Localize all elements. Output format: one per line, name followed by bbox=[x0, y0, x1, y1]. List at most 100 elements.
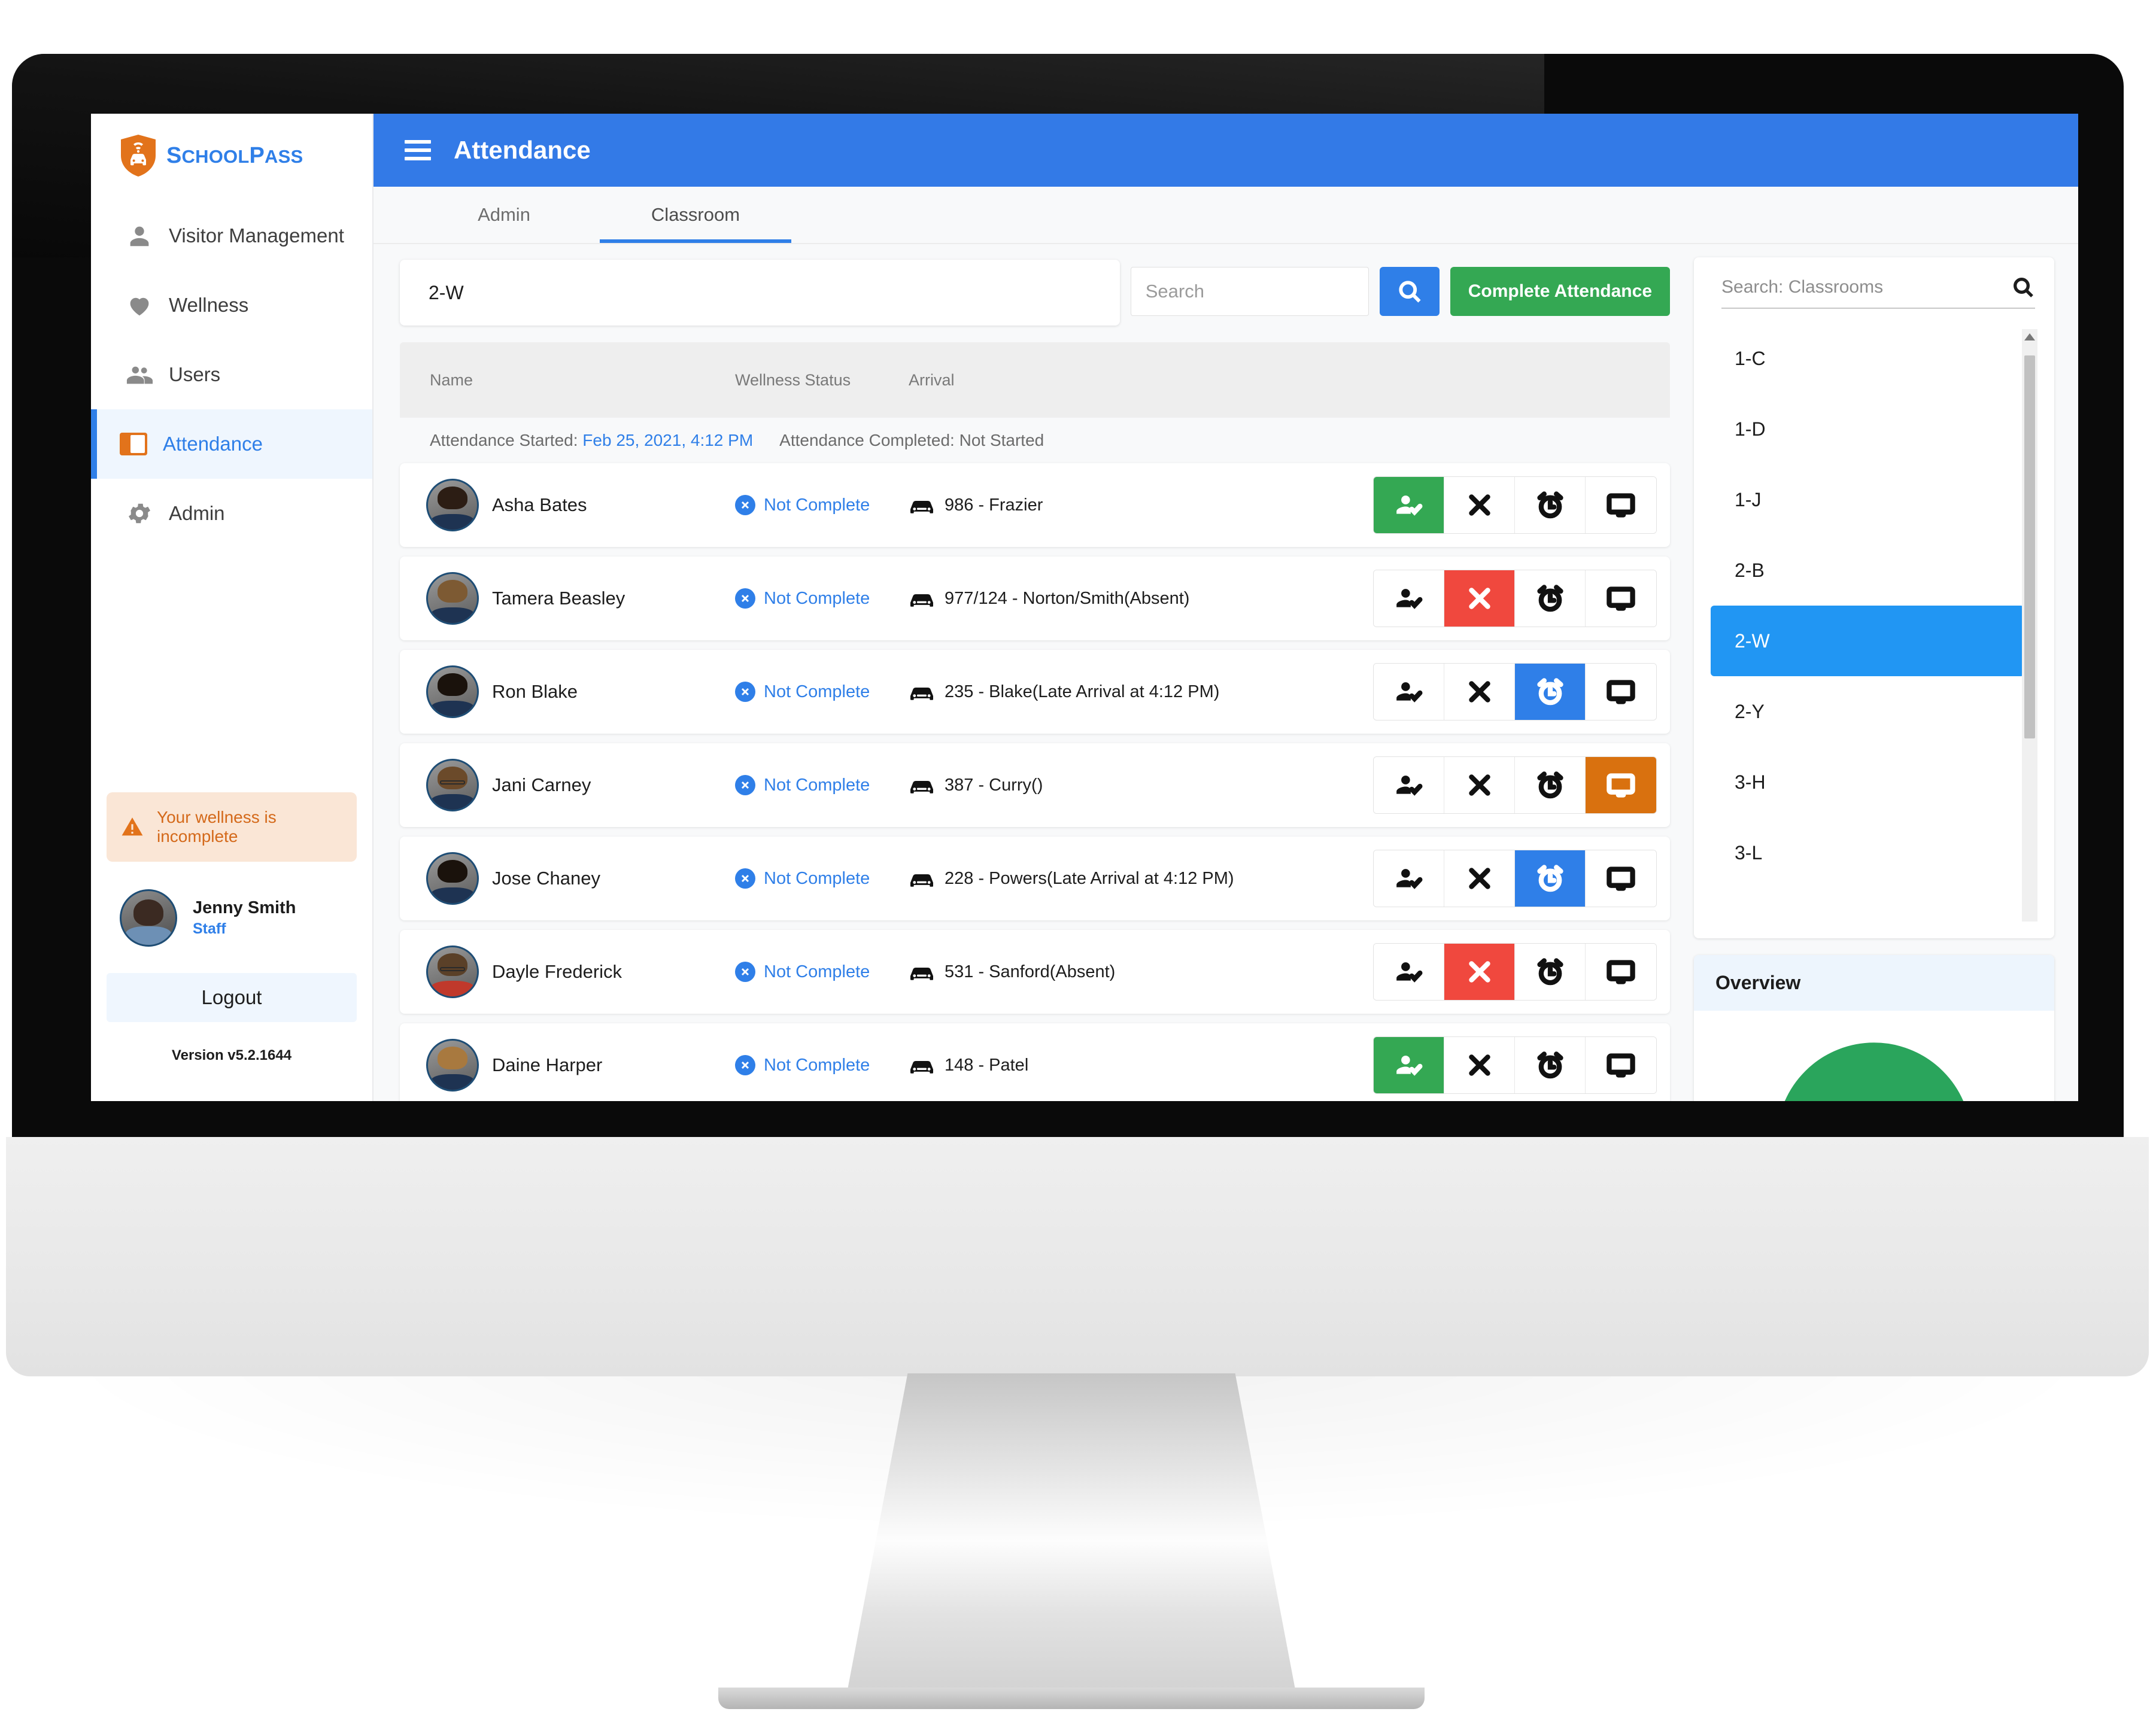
user-profile[interactable]: Jenny Smith Staff bbox=[120, 889, 357, 947]
mark-late[interactable] bbox=[1515, 944, 1586, 1000]
table-row[interactable]: Tamera Beasley Not Complete 977/124 - Nort… bbox=[400, 557, 1670, 640]
mark-absent[interactable] bbox=[1444, 944, 1515, 1000]
attendance-completed-label: Attendance Completed: bbox=[779, 431, 955, 449]
overview-title: Overview bbox=[1694, 955, 2054, 1011]
classroom-search-input[interactable] bbox=[1721, 277, 2000, 297]
avatar bbox=[426, 665, 479, 718]
mark-virtual[interactable] bbox=[1586, 850, 1656, 907]
arrival-text: 977/124 - Norton/Smith(Absent) bbox=[945, 588, 1190, 608]
sidebar-item-visitor-management[interactable]: Visitor Management bbox=[91, 201, 372, 270]
sidebar-item-label: Admin bbox=[169, 502, 225, 524]
row-action-group bbox=[1373, 663, 1657, 720]
mark-present[interactable] bbox=[1374, 1037, 1444, 1093]
tab-admin[interactable]: Admin bbox=[408, 187, 600, 243]
mark-late[interactable] bbox=[1515, 757, 1586, 813]
avatar bbox=[426, 852, 479, 905]
mark-absent[interactable] bbox=[1444, 477, 1515, 533]
mark-present[interactable] bbox=[1374, 664, 1444, 720]
x-circle-icon bbox=[735, 588, 755, 609]
classroom-search-row bbox=[1721, 275, 2035, 309]
avatar bbox=[120, 889, 177, 947]
table-row[interactable]: Ron Blake Not Complete 235 - Blake(Late Ar… bbox=[400, 650, 1670, 734]
mark-virtual[interactable] bbox=[1586, 757, 1656, 813]
pie-slice bbox=[1781, 1039, 1967, 1101]
x-circle-icon bbox=[735, 495, 755, 515]
student-name: Tamera Beasley bbox=[492, 588, 625, 609]
wellness-status-text: Not Complete bbox=[764, 495, 870, 515]
classroom-list-item[interactable]: 2-W bbox=[1711, 606, 2024, 676]
mark-absent[interactable] bbox=[1444, 1037, 1515, 1093]
mark-present[interactable] bbox=[1374, 757, 1444, 813]
page-title: Attendance bbox=[454, 136, 591, 164]
student-name: Dayle Frederick bbox=[492, 961, 622, 982]
mark-present[interactable] bbox=[1374, 570, 1444, 627]
version-label: Version v5.2.1644 bbox=[171, 1047, 292, 1063]
mark-absent[interactable] bbox=[1444, 664, 1515, 720]
mark-virtual[interactable] bbox=[1586, 477, 1656, 533]
arrival-text: 235 - Blake(Late Arrival at 4:12 PM) bbox=[945, 682, 1220, 701]
tab-classroom[interactable]: Classroom bbox=[600, 187, 791, 243]
table-row[interactable]: Asha Bates Not Complete 986 - Frazier bbox=[400, 463, 1670, 547]
table-row[interactable]: Dayle Frederick Not Complete 531 - Sanford… bbox=[400, 930, 1670, 1014]
table-row[interactable]: Jose Chaney Not Complete 228 - Powers(Late… bbox=[400, 837, 1670, 920]
mark-present[interactable] bbox=[1374, 850, 1444, 907]
row-action-group bbox=[1373, 943, 1657, 1001]
mark-present[interactable] bbox=[1374, 477, 1444, 533]
classrooms-panel: 1-C1-D1-J2-B2-W2-Y3-H3-L bbox=[1694, 257, 2054, 938]
mark-virtual[interactable] bbox=[1586, 944, 1656, 1000]
search-button[interactable] bbox=[1379, 267, 1440, 316]
scroll-thumb[interactable] bbox=[2024, 355, 2035, 738]
mark-late[interactable] bbox=[1515, 664, 1586, 720]
student-name: Jose Chaney bbox=[492, 868, 600, 889]
avatar bbox=[426, 572, 479, 625]
student-name: Ron Blake bbox=[492, 681, 578, 702]
classroom-list-item[interactable]: 2-B bbox=[1711, 535, 2024, 606]
table-row[interactable]: Jani Carney Not Complete 387 - Curry() bbox=[400, 743, 1670, 827]
magnifier-icon[interactable] bbox=[2011, 275, 2035, 299]
monitor-stand-neck bbox=[844, 1373, 1299, 1708]
hamburger-icon[interactable] bbox=[405, 140, 431, 160]
classroom-list-item[interactable]: 1-C bbox=[1711, 323, 2024, 394]
logout-button[interactable]: Logout bbox=[107, 973, 357, 1022]
mark-absent[interactable] bbox=[1444, 757, 1515, 813]
mark-virtual[interactable] bbox=[1586, 664, 1656, 720]
wellness-status-cell: Not Complete bbox=[735, 1055, 909, 1075]
classroom-list-item[interactable]: 1-D bbox=[1711, 394, 2024, 464]
mark-late[interactable] bbox=[1515, 570, 1586, 627]
x-circle-icon bbox=[735, 1055, 755, 1075]
sidebar-item-users[interactable]: Users bbox=[91, 340, 372, 409]
mark-virtual[interactable] bbox=[1586, 1037, 1656, 1093]
arrival-cell: 387 - Curry() bbox=[909, 776, 1373, 795]
sidebar-item-attendance[interactable]: Attendance bbox=[91, 409, 372, 479]
mark-late[interactable] bbox=[1515, 1037, 1586, 1093]
column-header-name: Name bbox=[430, 370, 473, 389]
classroom-list-item[interactable]: 2-Y bbox=[1711, 676, 2024, 747]
mark-absent[interactable] bbox=[1444, 850, 1515, 907]
sidebar-item-wellness[interactable]: Wellness bbox=[91, 270, 372, 340]
attendance-started-label: Attendance Started: bbox=[430, 431, 578, 449]
arrival-cell: 977/124 - Norton/Smith(Absent) bbox=[909, 589, 1373, 609]
arrival-text: 531 - Sanford(Absent) bbox=[945, 962, 1116, 981]
mark-late[interactable] bbox=[1515, 477, 1586, 533]
right-column: 1-C1-D1-J2-B2-W2-Y3-H3-L Overview bbox=[1683, 244, 2078, 1101]
classroom-list-item[interactable]: 3-L bbox=[1711, 817, 2024, 888]
mark-late[interactable] bbox=[1515, 850, 1586, 907]
mark-present[interactable] bbox=[1374, 944, 1444, 1000]
sidebar-item-admin[interactable]: Admin bbox=[91, 479, 372, 548]
complete-attendance-button[interactable]: Complete Attendance bbox=[1450, 267, 1670, 316]
car-icon bbox=[909, 683, 935, 701]
table-row[interactable]: Daine Harper Not Complete 148 - Patel bbox=[400, 1023, 1670, 1101]
wellness-status-text: Not Complete bbox=[764, 1055, 870, 1075]
scroll-up-icon[interactable] bbox=[2022, 329, 2037, 345]
classroom-list-item[interactable]: 1-J bbox=[1711, 464, 2024, 535]
classroom-list-item[interactable]: 3-H bbox=[1711, 747, 2024, 817]
classroom-list-scrollbar[interactable] bbox=[2022, 329, 2037, 922]
mark-absent[interactable] bbox=[1444, 570, 1515, 627]
search-input[interactable]: Search bbox=[1130, 267, 1369, 316]
classroom-select[interactable]: 2-W bbox=[400, 260, 1120, 326]
table-header-row: Name Wellness Status Arrival bbox=[400, 342, 1670, 418]
brand-logo[interactable]: SCHOOLPASS bbox=[91, 114, 372, 177]
mark-virtual[interactable] bbox=[1586, 570, 1656, 627]
brand-s: S bbox=[166, 142, 182, 168]
row-action-group bbox=[1373, 476, 1657, 534]
